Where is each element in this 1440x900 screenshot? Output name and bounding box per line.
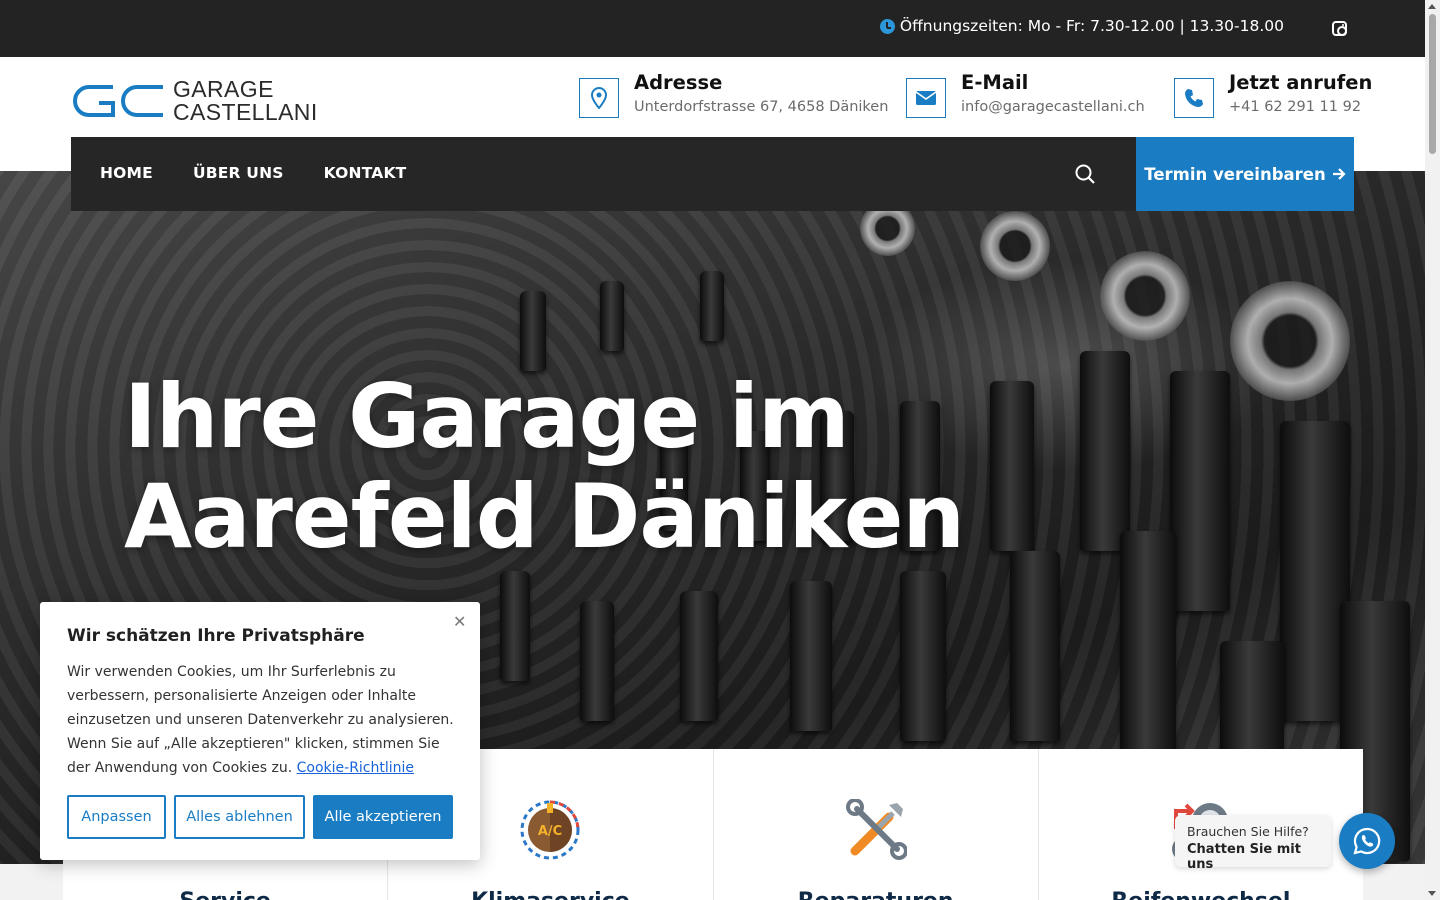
chat-bubble[interactable]: Brauchen Sie Hilfe? Chatten Sie mit uns: [1175, 815, 1331, 872]
opening-hours-text: Öffnungszeiten: Mo - Fr: 7.30-12.00 | 13…: [899, 17, 1284, 35]
close-icon[interactable]: ✕: [453, 612, 466, 631]
clock-icon: [879, 18, 895, 34]
phone-title: Jetzt anrufen: [1229, 71, 1373, 94]
email-value[interactable]: info@garagecastellani.ch: [961, 99, 1145, 115]
nav-menu: HOME ÜBER UNS KONTAKT: [100, 164, 406, 182]
main-nav: HOME ÜBER UNS KONTAKT Termin vereinbaren: [71, 137, 1354, 211]
whatsapp-icon: [1353, 827, 1381, 855]
customize-button[interactable]: Anpassen: [67, 795, 166, 839]
tools-icon: [845, 799, 907, 860]
logo[interactable]: GARAGE CASTELLANI: [73, 78, 318, 124]
hero-title-line-2: Aarefeld Däniken: [124, 465, 965, 568]
svg-text:A/C: A/C: [538, 824, 562, 839]
address-value: Unterdorfstrasse 67, 4658 Däniken: [634, 99, 889, 115]
reparaturen-card[interactable]: Reparaturen: [714, 749, 1039, 900]
air-conditioning-icon: A/C: [520, 800, 580, 860]
search-icon[interactable]: [1075, 164, 1095, 184]
appointment-button[interactable]: Termin vereinbaren: [1136, 137, 1354, 211]
reifenwechsel-card-title: Reifenwechsel: [1039, 889, 1363, 900]
reparaturen-card-title: Reparaturen: [714, 889, 1038, 900]
logo-line-1: GARAGE: [173, 76, 274, 102]
arrow-right-icon: [1332, 168, 1346, 180]
cookie-text: Wir verwenden Cookies, um Ihr Surferlebn…: [67, 660, 462, 780]
scrollbar-thumb[interactable]: [1429, 14, 1436, 154]
cookie-consent-dialog: Wir schätzen Ihre Privatsphäre ✕ Wir ver…: [40, 602, 480, 860]
scroll-up-arrow-icon[interactable]: [1428, 4, 1436, 9]
nav-item-ueber-uns[interactable]: ÜBER UNS: [193, 164, 284, 182]
envelope-icon: [906, 78, 946, 118]
logo-text: GARAGE CASTELLANI: [173, 78, 318, 124]
cookie-title: Wir schätzen Ihre Privatsphäre: [67, 626, 365, 646]
phone-icon: [1174, 78, 1214, 118]
service-card-title: Service: [63, 889, 387, 900]
page-scrollbar[interactable]: [1425, 0, 1440, 900]
instagram-icon[interactable]: [1332, 21, 1347, 36]
accept-all-button[interactable]: Alle akzeptieren: [313, 795, 453, 839]
chat-bubble-line-2: Chatten Sie mit uns: [1187, 842, 1301, 872]
email-title: E-Mail: [961, 71, 1029, 94]
logo-line-2: CASTELLANI: [173, 99, 318, 125]
scroll-down-arrow-icon[interactable]: [1428, 891, 1436, 896]
gc-logo-mark-icon: [73, 85, 163, 117]
email-info: E-Mail info@garagecastellani.ch: [906, 72, 1145, 118]
klimaservice-card-title: Klimaservice: [388, 889, 712, 900]
appointment-button-label: Termin vereinbaren: [1144, 164, 1326, 184]
top-bar: Öffnungszeiten: Mo - Fr: 7.30-12.00 | 13…: [0, 0, 1425, 57]
whatsapp-button[interactable]: [1339, 813, 1395, 869]
opening-hours: Öffnungszeiten: Mo - Fr: 7.30-12.00 | 13…: [879, 17, 1284, 35]
phone-value[interactable]: +41 62 291 11 92: [1229, 99, 1372, 115]
nav-item-kontakt[interactable]: KONTAKT: [324, 164, 407, 182]
address-title: Adresse: [634, 71, 723, 94]
address-info: Adresse Unterdorfstrasse 67, 4658 Dänike…: [579, 72, 888, 118]
map-pin-icon: [579, 78, 619, 118]
reject-all-button[interactable]: Alles ablehnen: [174, 795, 305, 839]
cookie-policy-link[interactable]: Cookie-Richtlinie: [297, 760, 414, 776]
phone-info: Jetzt anrufen +41 62 291 11 92: [1174, 72, 1372, 118]
hero-title: Ihre Garage im Aarefeld Däniken: [124, 365, 965, 568]
hero-title-line-1: Ihre Garage im: [124, 365, 850, 468]
chat-bubble-line-1: Brauchen Sie Hilfe?: [1187, 824, 1309, 839]
nav-item-home[interactable]: HOME: [100, 164, 153, 182]
